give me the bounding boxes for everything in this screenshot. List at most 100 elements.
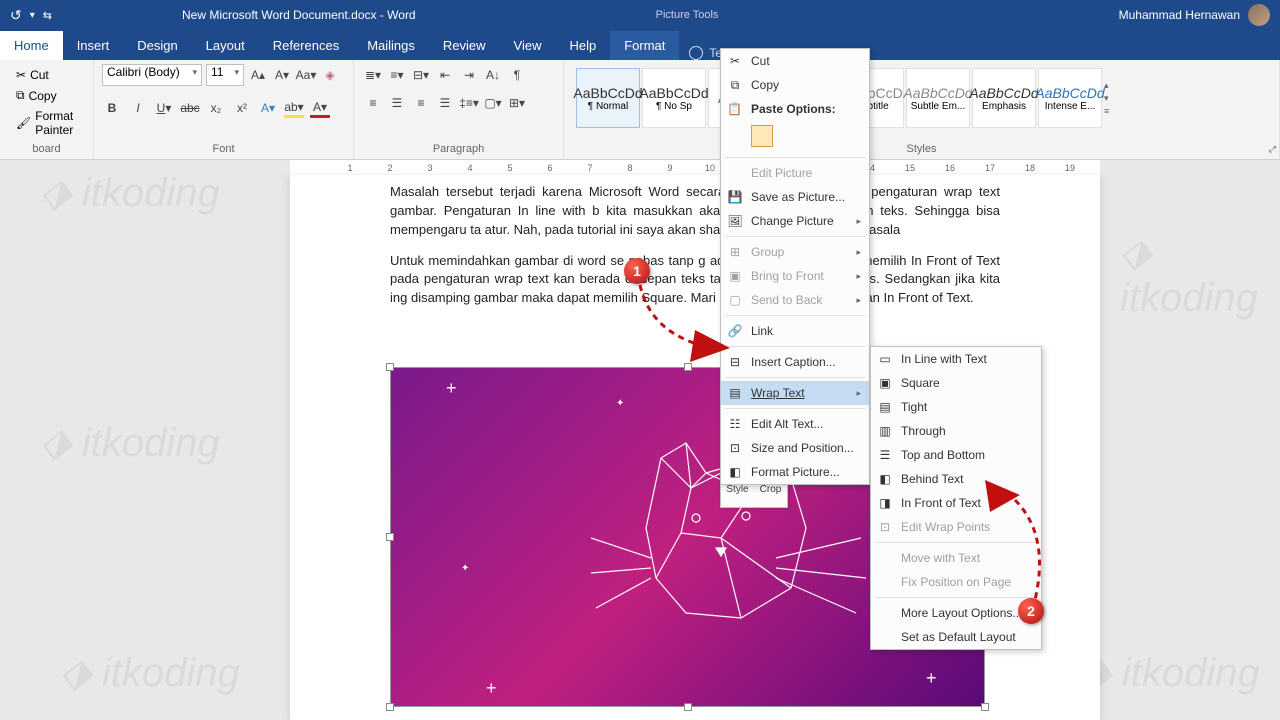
scissors-icon: ✂ bbox=[16, 68, 26, 82]
square-icon: ▣ bbox=[877, 375, 893, 391]
change-case-icon[interactable]: Aa▾ bbox=[296, 65, 316, 85]
redo-icon[interactable]: ⇆ bbox=[43, 9, 52, 22]
wrap-through[interactable]: ▥Through bbox=[871, 419, 1041, 443]
style-emphasis[interactable]: AaBbCcDdEmphasis bbox=[972, 68, 1036, 128]
context-menu: ✂Cut ⧉Copy 📋Paste Options: Edit Picture … bbox=[720, 48, 870, 485]
ctx-paste-options: 📋Paste Options: bbox=[721, 97, 869, 121]
paste-option-icon[interactable] bbox=[751, 125, 773, 147]
superscript-button[interactable]: x² bbox=[232, 98, 252, 118]
align-right-button[interactable]: ≡ bbox=[410, 92, 432, 114]
ctx-size-position[interactable]: ⊡Size and Position... bbox=[721, 436, 869, 460]
tab-home[interactable]: Home bbox=[0, 31, 63, 60]
underline-button[interactable]: U▾ bbox=[154, 98, 174, 118]
format-painter-button[interactable]: 🖌Format Painter bbox=[12, 107, 81, 139]
ribbon: ✂Cut ⧉Copy 🖌Format Painter board ⤢ Calib… bbox=[0, 60, 1280, 160]
user-name[interactable]: Muhammad Hernawan bbox=[1119, 8, 1240, 22]
bullets-button[interactable]: ≣▾ bbox=[362, 64, 384, 86]
text-effects-icon[interactable]: A▾ bbox=[258, 98, 278, 118]
tab-layout[interactable]: Layout bbox=[192, 31, 259, 60]
styles-down-icon[interactable]: ▾ bbox=[1104, 93, 1118, 104]
sort-button[interactable]: A↓ bbox=[482, 64, 504, 86]
ctx-format-picture[interactable]: ◧Format Picture... bbox=[721, 460, 869, 484]
tab-insert[interactable]: Insert bbox=[63, 31, 124, 60]
ctx-copy[interactable]: ⧉Copy bbox=[721, 73, 869, 97]
shading-button[interactable]: ▢▾ bbox=[482, 92, 504, 114]
ctx-edit-alt-text[interactable]: ☷Edit Alt Text... bbox=[721, 412, 869, 436]
resize-handle[interactable] bbox=[386, 533, 394, 541]
group-clipboard-label: board bbox=[8, 141, 85, 157]
wrap-tight[interactable]: ▤Tight bbox=[871, 395, 1041, 419]
style-nospacing[interactable]: AaBbCcDd¶ No Sp bbox=[642, 68, 706, 128]
wrap-inline[interactable]: ▭In Line with Text bbox=[871, 347, 1041, 371]
style-normal[interactable]: AaBbCcDd¶ Normal bbox=[576, 68, 640, 128]
ctx-group: ⊞Group▸ bbox=[721, 240, 869, 264]
ctx-link[interactable]: 🔗Link bbox=[721, 319, 869, 343]
styles-more-icon[interactable]: ≡ bbox=[1104, 106, 1118, 116]
save-icon: 💾 bbox=[727, 189, 743, 205]
tab-mailings[interactable]: Mailings bbox=[353, 31, 429, 60]
align-center-button[interactable]: ☰ bbox=[386, 92, 408, 114]
wrap-topbottom[interactable]: ☰Top and Bottom bbox=[871, 443, 1041, 467]
copy-button[interactable]: ⧉Copy bbox=[12, 86, 81, 105]
doc-paragraph[interactable]: Masalah tersebut terjadi karena Microsof… bbox=[390, 183, 1000, 240]
group-font-label: Font bbox=[102, 141, 345, 157]
ctx-save-as-picture[interactable]: 💾Save as Picture... bbox=[721, 185, 869, 209]
undo-icon[interactable]: ↺ bbox=[10, 7, 22, 24]
grow-font-icon[interactable]: A▴ bbox=[248, 65, 268, 85]
ctx-change-picture[interactable]: 🖼Change Picture▸ bbox=[721, 209, 869, 233]
clear-format-icon[interactable]: ◈ bbox=[320, 65, 340, 85]
tab-view[interactable]: View bbox=[500, 31, 556, 60]
group-styles-label: Styles bbox=[572, 141, 1271, 157]
wrap-setdefault[interactable]: Set as Default Layout bbox=[871, 625, 1041, 649]
qat-dropdown-icon[interactable]: ▾ bbox=[30, 10, 35, 21]
ribbon-tabs: Home Insert Design Layout References Mai… bbox=[0, 30, 1280, 60]
cut-button[interactable]: ✂Cut bbox=[12, 66, 81, 84]
decrease-indent-button[interactable]: ⇤ bbox=[434, 64, 456, 86]
numbering-button[interactable]: ≡▾ bbox=[386, 64, 408, 86]
multilevel-button[interactable]: ⊟▾ bbox=[410, 64, 432, 86]
annotation-arrow-icon bbox=[985, 480, 1055, 610]
through-icon: ▥ bbox=[877, 423, 893, 439]
font-color-button[interactable]: A▾ bbox=[310, 98, 330, 118]
font-size-combo[interactable]: 11 bbox=[206, 64, 244, 86]
ctx-cut[interactable]: ✂Cut bbox=[721, 49, 869, 73]
styles-up-icon[interactable]: ▴ bbox=[1104, 80, 1118, 91]
editpoints-icon: ⊡ bbox=[877, 519, 893, 535]
subscript-button[interactable]: x₂ bbox=[206, 98, 226, 118]
avatar[interactable] bbox=[1248, 4, 1270, 26]
tab-help[interactable]: Help bbox=[555, 31, 610, 60]
highlight-button[interactable]: ab▾ bbox=[284, 98, 304, 118]
chevron-right-icon: ▸ bbox=[856, 216, 861, 227]
tab-format[interactable]: Format bbox=[610, 31, 679, 60]
behind-icon: ◧ bbox=[877, 471, 893, 487]
tab-references[interactable]: References bbox=[259, 31, 353, 60]
font-name-combo[interactable]: Calibri (Body) bbox=[102, 64, 202, 86]
wrap-square[interactable]: ▣Square bbox=[871, 371, 1041, 395]
bold-button[interactable]: B bbox=[102, 98, 122, 118]
shrink-font-icon[interactable]: A▾ bbox=[272, 65, 292, 85]
ctx-insert-caption[interactable]: ⊟Insert Caption... bbox=[721, 350, 869, 374]
align-justify-button[interactable]: ☰ bbox=[434, 92, 456, 114]
resize-handle[interactable] bbox=[386, 363, 394, 371]
line-spacing-button[interactable]: ‡≡▾ bbox=[458, 92, 480, 114]
resize-handle[interactable] bbox=[684, 703, 692, 711]
bulb-icon bbox=[689, 46, 703, 60]
align-left-button[interactable]: ≡ bbox=[362, 92, 384, 114]
borders-button[interactable]: ⊞▾ bbox=[506, 92, 528, 114]
strike-button[interactable]: abc bbox=[180, 98, 200, 118]
scissors-icon: ✂ bbox=[727, 53, 743, 69]
callout-2: 2 bbox=[1018, 598, 1044, 624]
resize-handle[interactable] bbox=[386, 703, 394, 711]
resize-handle[interactable] bbox=[981, 703, 989, 711]
tab-design[interactable]: Design bbox=[123, 31, 191, 60]
increase-indent-button[interactable]: ⇥ bbox=[458, 64, 480, 86]
tab-review[interactable]: Review bbox=[429, 31, 500, 60]
style-intense[interactable]: AaBbCcDdIntense E... bbox=[1038, 68, 1102, 128]
alt-icon: ☷ bbox=[727, 416, 743, 432]
italic-button[interactable]: I bbox=[128, 98, 148, 118]
ctx-wrap-text[interactable]: ▤Wrap Text▸ bbox=[721, 381, 869, 405]
style-subtleem[interactable]: AaBbCcDdSubtle Em... bbox=[906, 68, 970, 128]
copy-icon: ⧉ bbox=[727, 77, 743, 93]
styles-launcher-icon[interactable]: ⤢ bbox=[1269, 144, 1276, 155]
show-marks-button[interactable]: ¶ bbox=[506, 64, 528, 86]
